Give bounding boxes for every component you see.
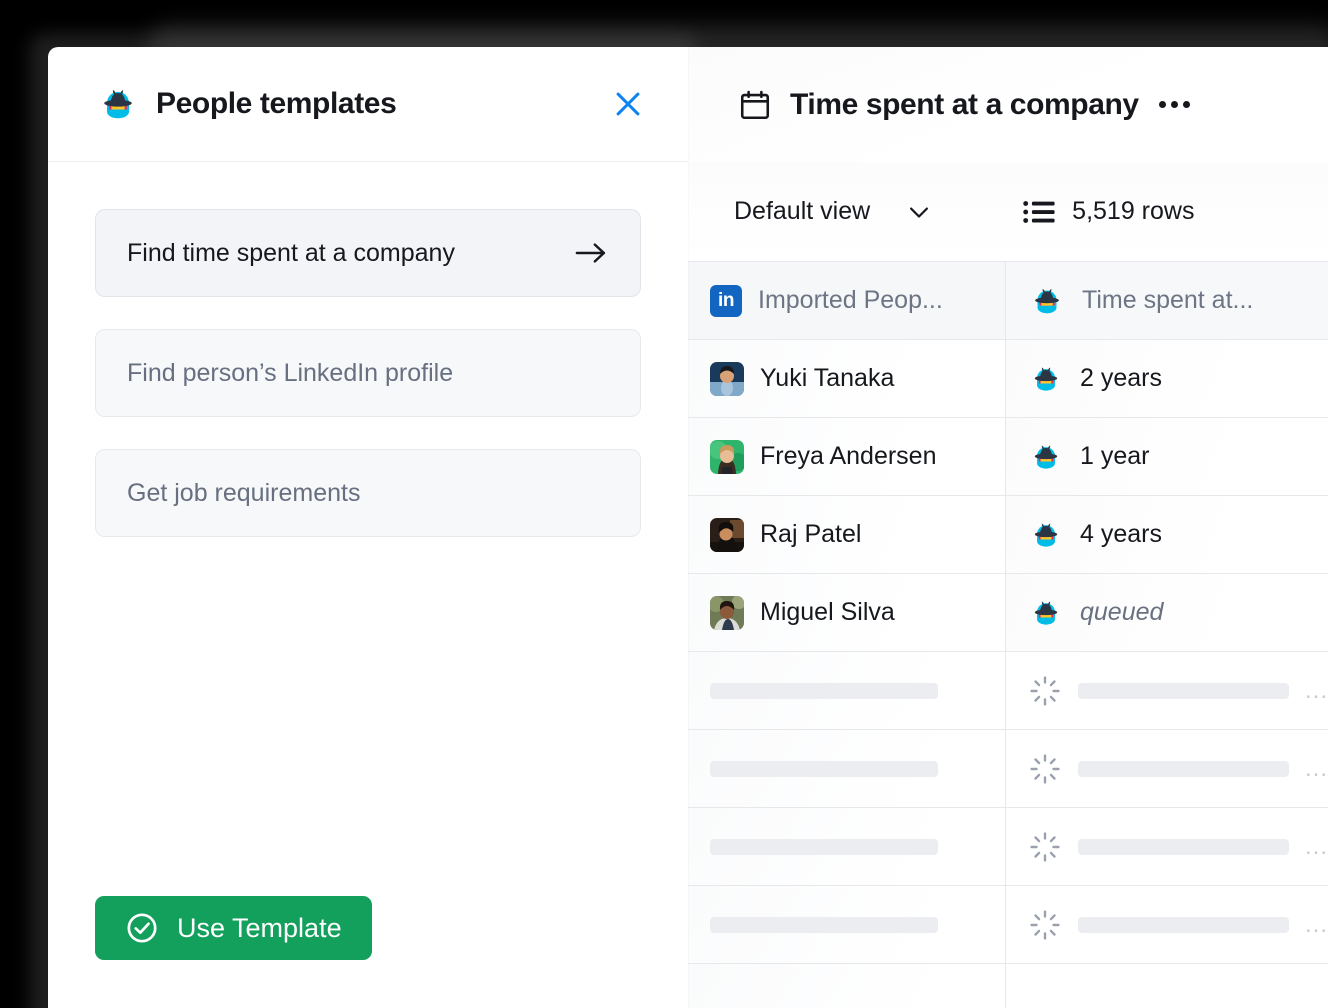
modal-header: People templates bbox=[48, 47, 688, 162]
table-cell-name[interactable]: Freya Andersen bbox=[688, 418, 1006, 495]
table-cell-name[interactable]: Raj Patel bbox=[688, 496, 1006, 573]
loading-ellipsis: ... bbox=[1304, 910, 1328, 938]
table-cell-time-spent[interactable]: 1 year bbox=[1006, 418, 1328, 495]
more-horizontal-icon[interactable] bbox=[1157, 97, 1192, 112]
chevron-down-icon bbox=[910, 207, 929, 218]
table-cell-placeholder bbox=[688, 808, 1006, 885]
table-cell-placeholder bbox=[688, 964, 1006, 1008]
table-title: Time spent at a company bbox=[790, 87, 1139, 121]
table-cell-loading: ... bbox=[1006, 808, 1328, 885]
table-row-loading: ... bbox=[688, 730, 1328, 808]
table-cell-value: Raj Patel bbox=[760, 520, 862, 548]
table-cell-value: 4 years bbox=[1080, 520, 1162, 548]
table-cell-placeholder bbox=[688, 652, 1006, 729]
table-cell-placeholder bbox=[688, 730, 1006, 807]
avatar-miguel bbox=[710, 595, 744, 630]
modal-footer: Use Template bbox=[48, 896, 688, 1008]
table-cell-time-spent[interactable]: queued bbox=[1006, 574, 1328, 651]
loading-ellipsis: ... bbox=[1304, 832, 1328, 860]
skeleton-bar bbox=[710, 916, 938, 933]
spinner-icon bbox=[1030, 675, 1060, 706]
table-cell-value: Yuki Tanaka bbox=[760, 364, 895, 392]
table-panel: Time spent at a company Default view 5,5… bbox=[688, 47, 1328, 1008]
skeleton-bar bbox=[710, 838, 938, 855]
table-cell-name[interactable]: Yuki Tanaka bbox=[688, 340, 1006, 417]
template-option-linkedin-profile[interactable]: Find person’s LinkedIn profile bbox=[95, 329, 641, 417]
table-row-loading: ... bbox=[688, 652, 1328, 730]
table-row-loading bbox=[688, 964, 1328, 1008]
modal-title: People templates bbox=[156, 87, 397, 120]
avatar-freya bbox=[710, 439, 744, 474]
detective-hat-logo-icon bbox=[1034, 445, 1058, 469]
table-toolbar: Default view 5,519 rows bbox=[688, 162, 1328, 261]
template-option-label: Find time spent at a company bbox=[127, 238, 455, 267]
detective-hat-logo-icon bbox=[1035, 288, 1059, 313]
calendar-icon bbox=[740, 90, 770, 119]
template-option-label: Find person’s LinkedIn profile bbox=[127, 358, 454, 387]
table-row-loading: ... bbox=[688, 886, 1328, 964]
spinner-icon bbox=[1030, 831, 1060, 862]
use-template-button[interactable]: Use Template bbox=[95, 896, 372, 960]
template-option-find-time-spent[interactable]: Find time spent at a company bbox=[95, 209, 641, 297]
template-option-job-requirements[interactable]: Get job requirements bbox=[95, 449, 641, 537]
detective-hat-logo-icon bbox=[1034, 367, 1058, 391]
column-header-label: Time spent at... bbox=[1082, 286, 1254, 314]
table-cell-placeholder bbox=[688, 886, 1006, 963]
table-cell-status: queued bbox=[1080, 598, 1164, 626]
table-header-row: in Imported Peop... Time spent at... bbox=[688, 262, 1328, 340]
list-icon bbox=[1023, 200, 1055, 223]
column-header-time-spent[interactable]: Time spent at... bbox=[1006, 262, 1328, 339]
table-cell-time-spent[interactable]: 2 years bbox=[1006, 340, 1328, 417]
table-cell-value: 2 years bbox=[1080, 364, 1162, 392]
loading-ellipsis: ... bbox=[1304, 676, 1328, 704]
column-header-label: Imported Peop... bbox=[758, 286, 943, 314]
row-count-badge: 5,519 rows bbox=[1022, 197, 1194, 226]
check-circle-icon bbox=[127, 913, 157, 943]
people-templates-modal: People templates Find time spent at a co… bbox=[48, 47, 688, 1008]
spinner-icon bbox=[1030, 909, 1060, 940]
detective-hat-logo-icon bbox=[1034, 601, 1058, 625]
avatar-yuki bbox=[710, 361, 744, 396]
table-cell-loading: ... bbox=[1006, 730, 1328, 807]
template-option-label: Get job requirements bbox=[127, 478, 361, 507]
table-cell-value: 1 year bbox=[1080, 442, 1150, 470]
column-header-imported-people[interactable]: in Imported Peop... bbox=[688, 262, 1006, 339]
row-count-label: 5,519 rows bbox=[1072, 197, 1195, 225]
view-selector[interactable]: Default view bbox=[734, 197, 934, 226]
table-cell-name[interactable]: Miguel Silva bbox=[688, 574, 1006, 651]
table-cell-loading: ... bbox=[1006, 652, 1328, 729]
detective-hat-logo-icon bbox=[104, 89, 132, 119]
table-cell-loading: ... bbox=[1006, 886, 1328, 963]
loading-ellipsis: ... bbox=[1304, 754, 1328, 782]
linkedin-icon: in bbox=[710, 284, 742, 317]
close-x-icon[interactable] bbox=[608, 84, 648, 124]
skeleton-bar bbox=[710, 760, 938, 777]
skeleton-bar bbox=[1078, 682, 1289, 699]
skeleton-bar bbox=[1078, 916, 1289, 933]
spinner-icon bbox=[1030, 753, 1060, 784]
table-row[interactable]: Raj Patel 4 years bbox=[688, 496, 1328, 574]
table-panel-header: Time spent at a company bbox=[688, 47, 1328, 162]
table-cell-value: Freya Andersen bbox=[760, 442, 937, 470]
table-row[interactable]: Freya Andersen 1 year bbox=[688, 418, 1328, 496]
screenshot-canvas: Time spent at a company Default view 5,5… bbox=[0, 0, 1328, 1008]
template-list: Find time spent at a company Find person… bbox=[48, 162, 688, 537]
arrow-right-icon bbox=[575, 243, 606, 263]
table-row[interactable]: Yuki Tanaka 2 years bbox=[688, 340, 1328, 418]
table-row-loading: ... bbox=[688, 808, 1328, 886]
view-selector-label: Default view bbox=[734, 197, 871, 225]
data-table: in Imported Peop... Time spent at... Yuk… bbox=[688, 261, 1328, 1008]
table-cell-loading bbox=[1006, 964, 1328, 1008]
table-cell-time-spent[interactable]: 4 years bbox=[1006, 496, 1328, 573]
use-template-label: Use Template bbox=[177, 912, 342, 943]
skeleton-bar bbox=[710, 682, 938, 699]
avatar-raj bbox=[710, 517, 744, 552]
table-row[interactable]: Miguel Silva queued bbox=[688, 574, 1328, 652]
skeleton-bar bbox=[1078, 838, 1289, 855]
table-cell-value: Miguel Silva bbox=[760, 598, 895, 626]
skeleton-bar bbox=[1078, 760, 1289, 777]
detective-hat-logo-icon bbox=[1034, 523, 1058, 547]
